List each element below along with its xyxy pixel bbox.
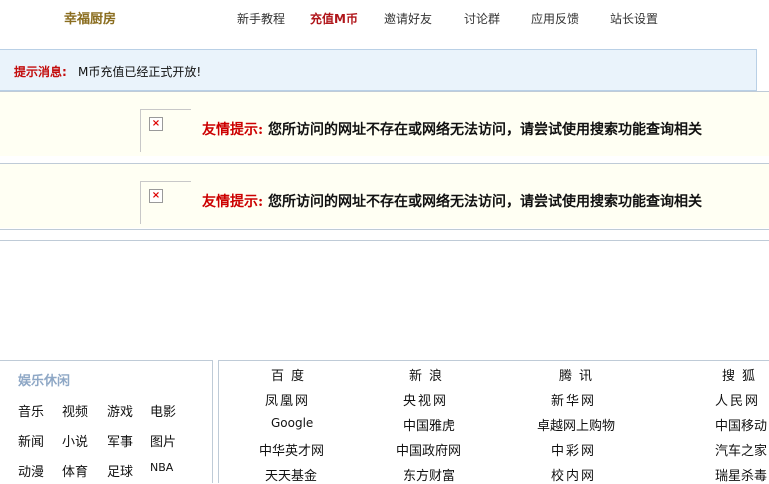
error-tip: 友情提示: 您所访问的网址不存在或网络无法访问，请尝试使用搜索功能查询相关 xyxy=(202,119,702,139)
site-link[interactable]: 东方财富 xyxy=(403,465,455,484)
nav-feedback[interactable]: 应用反馈 xyxy=(531,10,579,27)
link-video[interactable]: 视频 xyxy=(62,401,88,420)
site-link[interactable]: 汽车之家 xyxy=(715,440,767,459)
link-football[interactable]: 足球 xyxy=(107,461,133,480)
nav-discussion[interactable]: 讨论群 xyxy=(464,10,500,27)
site-link[interactable]: 天天基金 xyxy=(265,465,317,484)
site-link[interactable]: 中国移动 xyxy=(715,415,767,434)
site-link[interactable]: 中国雅虎 xyxy=(403,415,455,434)
site-link[interactable]: 央视网 xyxy=(403,390,448,409)
broken-image-icon: × xyxy=(149,189,163,203)
site-link[interactable]: 百度 xyxy=(271,365,311,384)
nav-invite[interactable]: 邀请好友 xyxy=(384,10,432,27)
site-link[interactable]: 新华网 xyxy=(551,390,596,409)
notice-bar: 提示消息: M币充值已经正式开放! xyxy=(0,49,757,91)
site-link[interactable]: 新浪 xyxy=(409,365,449,384)
site-directory: 百度 新浪 腾讯 搜狐 凤凰网 央视网 新华网 人民网 Google 中国雅虎 … xyxy=(218,360,769,484)
nav-settings[interactable]: 站长设置 xyxy=(610,10,658,27)
notice-label: 提示消息: xyxy=(14,65,67,79)
error-tip-title: 友情提示: xyxy=(202,194,264,210)
site-link[interactable]: 中彩网 xyxy=(551,440,596,459)
top-bar: 幸福厨房 新手教程 充值M币 邀请好友 讨论群 应用反馈 站长设置 xyxy=(0,0,769,36)
nav-tutorial[interactable]: 新手教程 xyxy=(237,10,285,27)
error-tip-title: 友情提示: xyxy=(202,122,264,138)
link-anime[interactable]: 动漫 xyxy=(18,461,44,480)
site-link[interactable]: 卓越网上购物 xyxy=(537,415,615,434)
site-link[interactable]: 腾讯 xyxy=(559,365,599,384)
link-movies[interactable]: 电影 xyxy=(150,401,176,420)
link-nba[interactable]: NBA xyxy=(150,461,173,474)
broken-image-icon: × xyxy=(149,117,163,131)
error-image-frame: × xyxy=(140,181,191,224)
divider xyxy=(0,229,769,230)
site-logo[interactable]: 幸福厨房 xyxy=(64,8,116,27)
notice-message: M币充值已经正式开放! xyxy=(78,65,202,79)
link-music[interactable]: 音乐 xyxy=(18,401,44,420)
error-image-frame: × xyxy=(140,109,191,152)
site-link[interactable]: 中华英才网 xyxy=(259,440,324,459)
entertainment-title: 娱乐休闲 xyxy=(18,374,71,389)
link-pictures[interactable]: 图片 xyxy=(150,431,176,450)
site-link[interactable]: 凤凰网 xyxy=(265,390,310,409)
error-frame: × 友情提示: 您所访问的网址不存在或网络无法访问，请尝试使用搜索功能查询相关 xyxy=(0,91,769,156)
link-novels[interactable]: 小说 xyxy=(62,431,88,450)
site-link[interactable]: 搜狐 xyxy=(722,365,762,384)
divider xyxy=(0,240,769,241)
site-link[interactable]: 校内网 xyxy=(551,465,596,484)
link-sports[interactable]: 体育 xyxy=(62,461,88,480)
entertainment-panel: 娱乐休闲 音乐 视频 游戏 电影 新闻 小说 军事 图片 动漫 体育 足球 NB… xyxy=(0,360,213,483)
link-games[interactable]: 游戏 xyxy=(107,401,133,420)
site-link[interactable]: Google xyxy=(271,416,313,430)
error-tip: 友情提示: 您所访问的网址不存在或网络无法访问，请尝试使用搜索功能查询相关 xyxy=(202,191,702,211)
site-link[interactable]: 人民网 xyxy=(715,390,760,409)
error-frame: × 友情提示: 您所访问的网址不存在或网络无法访问，请尝试使用搜索功能查询相关 xyxy=(0,163,769,228)
link-military[interactable]: 军事 xyxy=(107,431,133,450)
nav-recharge[interactable]: 充值M币 xyxy=(310,10,358,27)
error-tip-message: 您所访问的网址不存在或网络无法访问，请尝试使用搜索功能查询相关 xyxy=(268,122,703,138)
site-link[interactable]: 瑞星杀毒 xyxy=(715,465,767,484)
link-news[interactable]: 新闻 xyxy=(18,431,44,450)
site-link[interactable]: 中国政府网 xyxy=(396,440,461,459)
error-tip-message: 您所访问的网址不存在或网络无法访问，请尝试使用搜索功能查询相关 xyxy=(268,194,703,210)
